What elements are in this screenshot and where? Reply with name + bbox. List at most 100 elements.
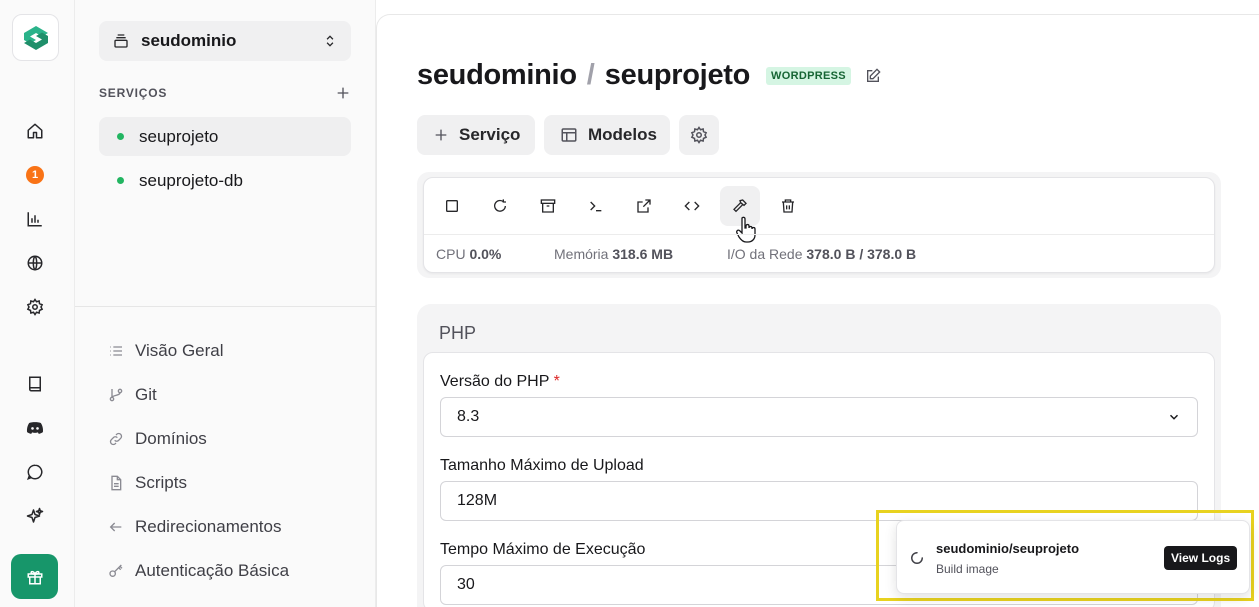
php-section-title: PHP — [439, 323, 477, 343]
ai-button[interactable] — [22, 503, 48, 529]
arrow-left-icon — [108, 519, 128, 535]
code-button[interactable] — [672, 186, 712, 226]
php-version-label: Versão do PHP * — [440, 373, 560, 391]
cpu-label: CPU — [436, 246, 466, 262]
stack-icon — [113, 33, 129, 49]
resource-stats: CPU 0.0% Memória 318.6 MB I/O da Rede 37… — [436, 246, 916, 262]
service-name: seuprojeto — [139, 126, 219, 146]
key-icon — [108, 563, 128, 579]
nav-item-domains[interactable]: Domínios — [108, 427, 207, 451]
cpu-stat: CPU 0.0% — [436, 246, 554, 262]
hand-cursor-icon — [736, 216, 758, 249]
view-logs-button[interactable]: View Logs — [1164, 546, 1238, 570]
app-rail: 1 — [0, 0, 75, 607]
nav-item-scripts[interactable]: Scripts — [108, 471, 187, 495]
notifications-badge[interactable]: 1 — [26, 166, 44, 184]
network-value: 378.0 B / 378.0 B — [806, 246, 917, 262]
gear-icon — [26, 298, 44, 316]
nav-label: Visão Geral — [135, 341, 224, 360]
network-stat: I/O da Rede 378.0 B / 378.0 B — [727, 246, 916, 262]
discord-icon — [25, 418, 45, 438]
toast-title: seudominio/seuprojeto — [936, 541, 1080, 556]
nav-item-git[interactable]: Git — [108, 383, 157, 407]
service-toolbar: CPU 0.0% Memória 318.6 MB I/O da Rede 37… — [423, 177, 1215, 273]
git-branch-icon — [108, 387, 128, 403]
gift-button[interactable] — [11, 554, 58, 599]
app-logo[interactable] — [12, 14, 59, 61]
domain-select-label: seudominio — [141, 31, 237, 50]
nav-label: Domínios — [135, 429, 207, 448]
chat-button[interactable] — [22, 459, 48, 485]
memory-value: 318.6 MB — [612, 246, 674, 262]
status-dot — [117, 177, 124, 184]
breadcrumb-project: seuprojeto — [604, 59, 751, 91]
chat-icon — [26, 463, 44, 481]
gift-icon — [26, 568, 44, 586]
service-item-seuprojeto-db[interactable]: seuprojeto-db — [99, 161, 351, 200]
sparkles-icon — [26, 507, 44, 525]
stop-icon — [444, 198, 460, 214]
breadcrumb-domain[interactable]: seudominio — [417, 59, 577, 92]
page-title: seudominio / seuprojeto WORDPRESS — [417, 59, 881, 92]
nav-item-basic-auth[interactable]: Autenticação Básica — [108, 559, 289, 583]
service-item-seuprojeto[interactable]: seuprojeto — [99, 117, 351, 156]
php-version-label-text: Versão do PHP — [440, 373, 550, 390]
nav-item-redirects[interactable]: Redirecionamentos — [108, 515, 281, 539]
logo-icon — [21, 23, 51, 53]
book-icon — [26, 375, 44, 393]
toast-subtitle: Build image — [936, 562, 999, 576]
globe-button[interactable] — [22, 250, 48, 276]
template-icon — [560, 126, 578, 144]
archive-icon — [540, 198, 556, 214]
project-settings-button[interactable] — [679, 115, 719, 155]
models-label: Modelos — [588, 125, 657, 144]
sidebar: seudominio SERVIÇOS seuprojeto seuprojet… — [75, 0, 376, 607]
toolbar-divider — [424, 234, 1214, 235]
nav-item-overview[interactable]: Visão Geral — [108, 339, 224, 363]
status-dot — [117, 133, 124, 140]
services-header: SERVIÇOS — [99, 85, 351, 101]
stop-button[interactable] — [432, 186, 472, 226]
upload-size-label: Tamanho Máximo de Upload — [440, 457, 644, 474]
add-service-icon[interactable] — [335, 85, 351, 101]
restart-icon — [492, 198, 508, 214]
settings-button[interactable] — [22, 294, 48, 320]
network-label: I/O da Rede — [727, 246, 803, 262]
terminal-icon — [588, 198, 604, 214]
spinner-icon — [910, 551, 924, 570]
service-toolbar-section: CPU 0.0% Memória 318.6 MB I/O da Rede 37… — [417, 172, 1221, 278]
sidebar-divider — [75, 306, 376, 307]
home-icon — [26, 122, 44, 140]
chevron-up-down-icon — [323, 34, 337, 48]
nav-label: Autenticação Básica — [135, 561, 290, 580]
plus-icon — [433, 127, 449, 143]
restart-button[interactable] — [480, 186, 520, 226]
add-service-button[interactable]: Serviço — [417, 115, 535, 155]
globe-icon — [26, 254, 44, 272]
hammer-icon — [732, 198, 748, 214]
file-icon — [108, 475, 128, 491]
delete-button[interactable] — [768, 186, 808, 226]
docs-button[interactable] — [22, 371, 48, 397]
open-site-button[interactable] — [624, 186, 664, 226]
service-name: seuprojeto-db — [139, 170, 243, 190]
breadcrumb-separator: / — [586, 59, 595, 91]
nav-label: Git — [135, 385, 157, 404]
nav-label: Redirecionamentos — [135, 517, 282, 536]
php-version-select[interactable]: 8.3 — [440, 397, 1198, 437]
services-title: SERVIÇOS — [99, 86, 168, 100]
domain-select[interactable]: seudominio — [99, 21, 351, 61]
add-service-label: Serviço — [459, 125, 521, 144]
chart-icon — [26, 210, 44, 228]
nav-label: Scripts — [135, 473, 187, 492]
models-button[interactable]: Modelos — [544, 115, 670, 155]
analytics-button[interactable] — [22, 206, 48, 232]
home-button[interactable] — [22, 118, 48, 144]
edit-icon[interactable] — [865, 67, 881, 84]
memory-label: Memória — [554, 246, 609, 262]
archive-button[interactable] — [528, 186, 568, 226]
console-button[interactable] — [576, 186, 616, 226]
wordpress-tag: WORDPRESS — [766, 66, 851, 85]
discord-button[interactable] — [22, 415, 48, 441]
code-icon — [684, 198, 700, 214]
